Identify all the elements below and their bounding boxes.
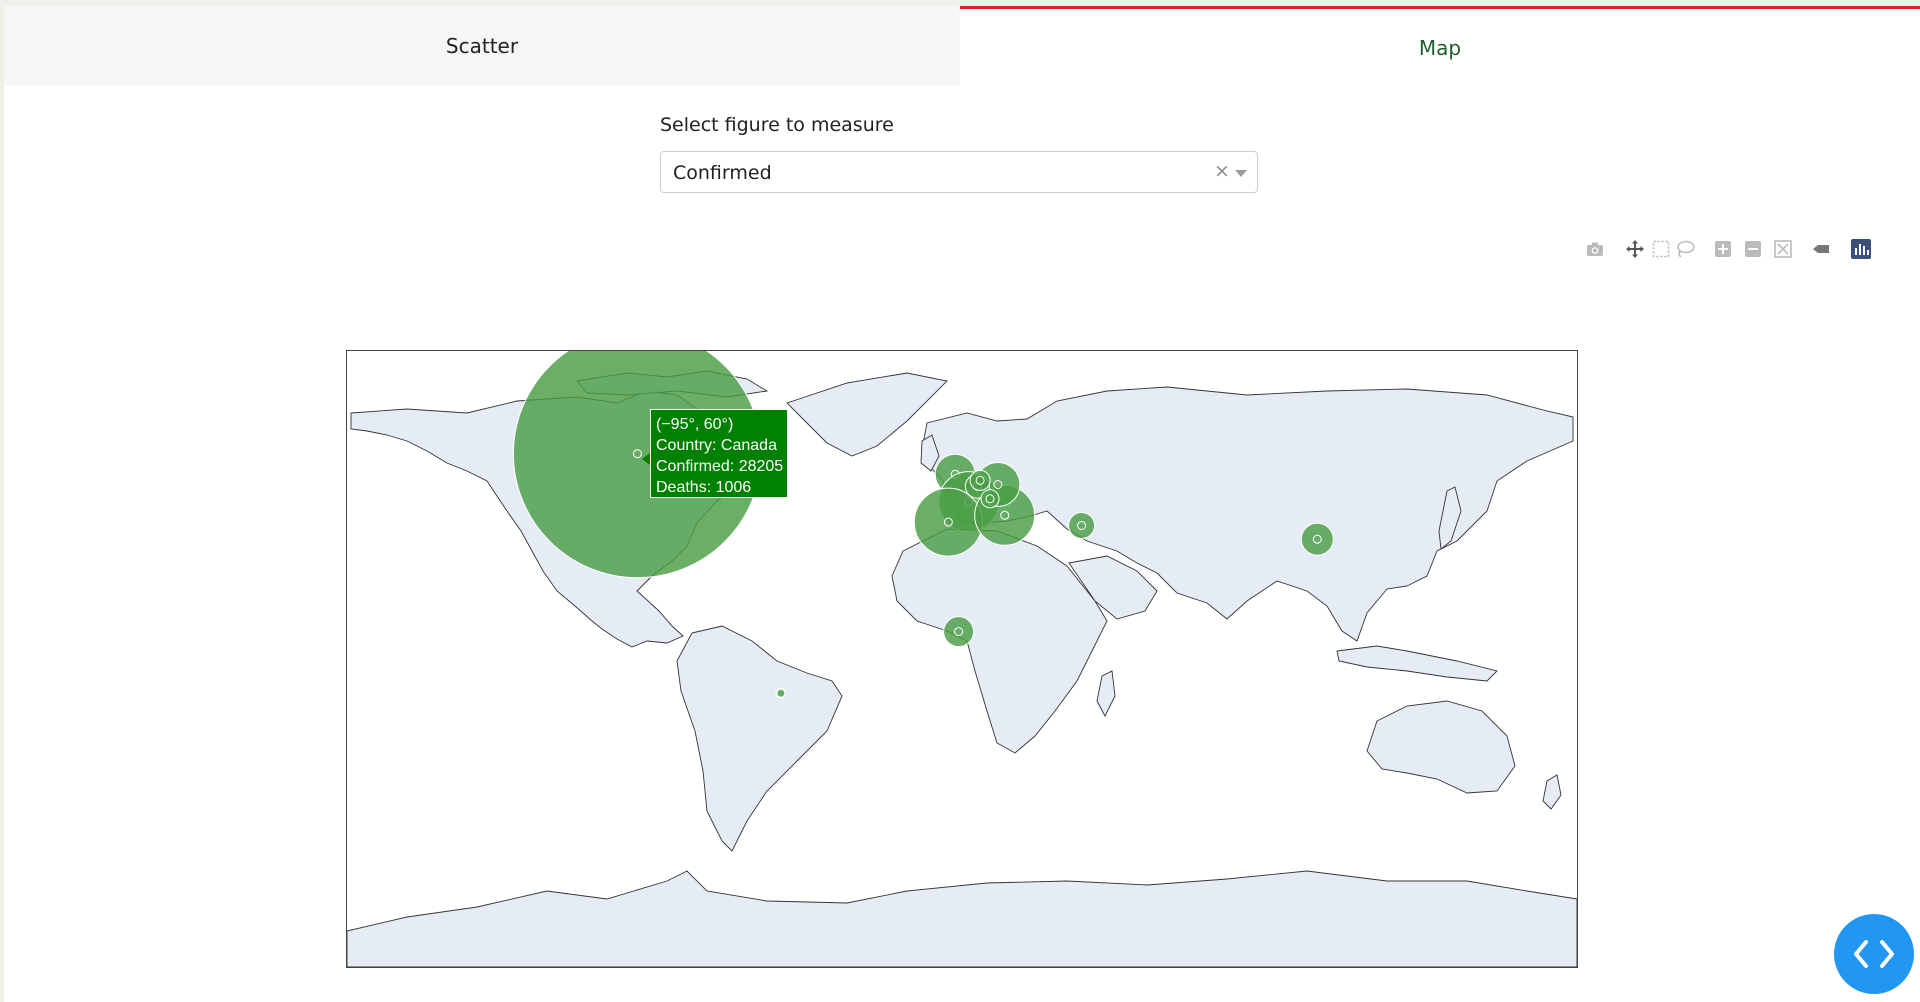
tab-map-label: Map (1418, 35, 1462, 60)
measure-dropdown[interactable]: Confirmed × (660, 151, 1258, 193)
bubble-netherlands[interactable] (969, 469, 991, 491)
tooltip-deaths: Deaths: 1006 (656, 479, 752, 496)
tab-scatter-label: Scatter (445, 34, 519, 58)
geo-map-svg[interactable] (347, 351, 1577, 967)
geo-map[interactable] (346, 350, 1578, 968)
zoom-in-icon[interactable] (1712, 238, 1736, 262)
chevron-down-icon[interactable] (1235, 170, 1247, 177)
tab-map[interactable]: Map (960, 6, 1920, 86)
bubble-ghana[interactable] (943, 616, 975, 648)
code-brackets-icon (1854, 940, 1894, 968)
tooltip-pointer (642, 453, 650, 465)
autoscale-icon[interactable] (1772, 238, 1796, 262)
box-select-icon[interactable] (1650, 238, 1674, 262)
landmass-antarctica (347, 870, 1577, 967)
plotly-logo-icon[interactable] (1850, 238, 1874, 262)
tab-bar: Scatter Map (4, 6, 1920, 86)
lasso-select-icon[interactable] (1674, 238, 1698, 262)
dropdown-label: Select figure to measure (660, 114, 894, 136)
landmass-new-zealand (1542, 774, 1562, 810)
tooltip-confirmed: Confirmed: 28205 (656, 458, 784, 475)
landmass-sea-islands (1336, 645, 1498, 682)
tab-scatter[interactable]: Scatter (4, 6, 960, 86)
code-toggle-button[interactable] (1834, 914, 1914, 994)
bubble-spain[interactable] (913, 487, 983, 557)
dropdown-selected-value: Confirmed (673, 162, 772, 184)
hover-closest-icon[interactable] (1810, 238, 1834, 262)
bubble-switzerland[interactable] (980, 489, 1000, 509)
landmass-australia (1366, 700, 1516, 794)
tooltip-country: Country: Canada (656, 437, 777, 454)
pan-icon[interactable] (1624, 238, 1648, 262)
page: Scatter Map Select figure to measure Con… (4, 6, 1920, 1002)
landmass-madagascar (1096, 670, 1116, 717)
dropdown-clear-icon[interactable]: × (1214, 160, 1230, 182)
hover-tooltip: (−95°, 60°) Country: Canada Confirmed: 2… (650, 409, 788, 498)
bubble-turkey[interactable] (1068, 512, 1096, 539)
landmass-south-america (676, 625, 843, 852)
tooltip-coord: (−95°, 60°) (656, 416, 734, 433)
zoom-out-icon[interactable] (1742, 238, 1766, 262)
camera-icon[interactable] (1584, 238, 1608, 262)
bubble-china[interactable] (1300, 522, 1334, 556)
